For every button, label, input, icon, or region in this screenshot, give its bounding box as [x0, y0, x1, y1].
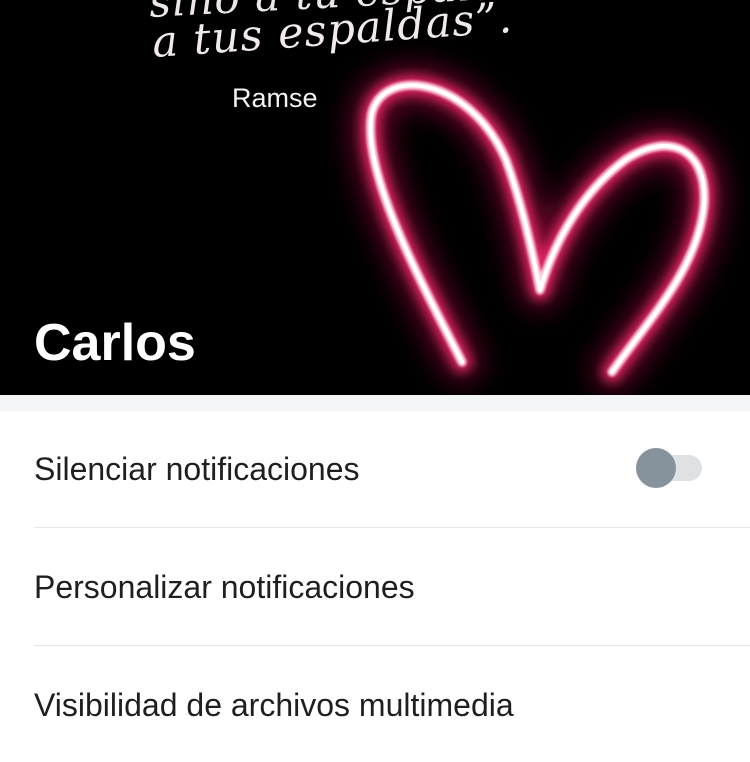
mute-notifications-row[interactable]: Silenciar notificaciones	[0, 411, 750, 527]
custom-notifications-label: Personalizar notificaciones	[34, 569, 415, 605]
media-visibility-label: Visibilidad de archivos multimedia	[34, 687, 514, 723]
mute-notifications-toggle[interactable]	[636, 448, 702, 488]
contact-settings-list: Silenciar notificaciones Personalizar no…	[0, 411, 750, 750]
section-separator	[0, 395, 750, 411]
cover-quote-author: Ramse	[232, 83, 318, 113]
custom-notifications-row[interactable]: Personalizar notificaciones	[0, 528, 750, 644]
mute-notifications-label: Silenciar notificaciones	[34, 451, 360, 487]
toggle-thumb	[636, 448, 676, 488]
media-visibility-row[interactable]: Visibilidad de archivos multimedia	[0, 646, 750, 762]
profile-header[interactable]: sino a tu espalda a tus espaldas”. Ramse…	[0, 0, 750, 395]
contact-name: Carlos	[34, 314, 196, 372]
